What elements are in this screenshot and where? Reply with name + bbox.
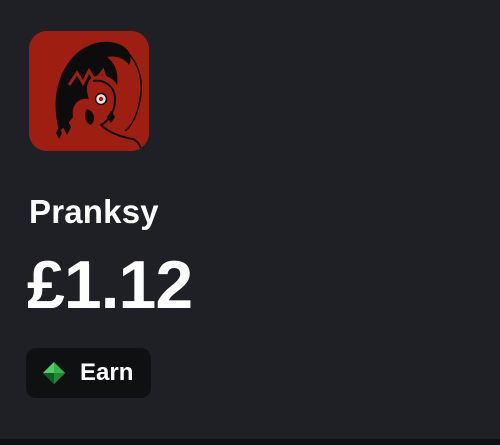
creator-name: Pranksy bbox=[29, 193, 159, 230]
earn-button[interactable]: Earn bbox=[26, 348, 151, 398]
jester-avatar-icon bbox=[29, 31, 149, 151]
balance-amount: £1.12 bbox=[27, 247, 193, 323]
diamond-icon bbox=[43, 362, 65, 384]
earn-button-label: Earn bbox=[80, 359, 134, 386]
bottom-divider bbox=[0, 439, 500, 445]
creator-avatar[interactable] bbox=[29, 31, 149, 151]
creator-card: Pranksy £1.12 Earn bbox=[0, 0, 500, 439]
